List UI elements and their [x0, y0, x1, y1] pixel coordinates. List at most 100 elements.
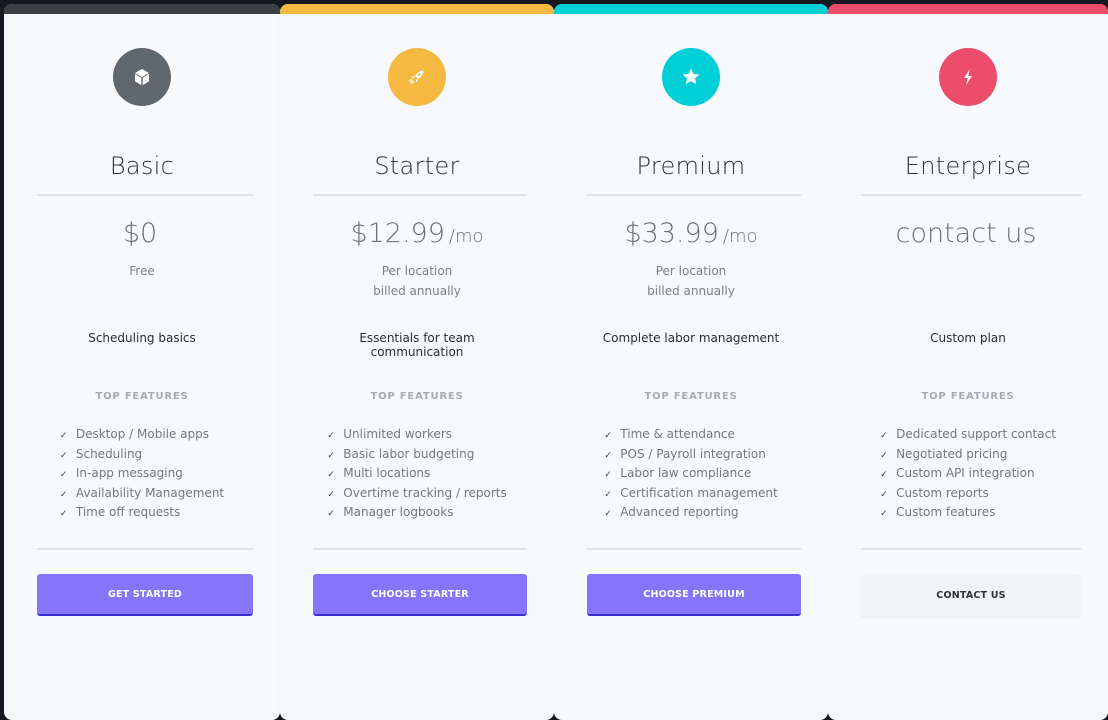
price-amount: $0 [122, 218, 158, 249]
rocket-icon [409, 70, 424, 85]
plan-price: $33.99/mo [554, 218, 828, 249]
billing-note: billed annually [647, 284, 735, 298]
feature-item: ✓ Time & attendance [604, 426, 777, 446]
accent-strip [4, 4, 280, 14]
divider [313, 548, 527, 550]
divider [313, 194, 527, 196]
features-heading: TOP FEATURES [644, 391, 738, 402]
check-icon: ✓ [880, 489, 888, 500]
check-icon: ✓ [604, 450, 612, 461]
feature-item: ✓ Scheduling [60, 446, 224, 466]
price-period: /mo [722, 226, 758, 247]
accent-strip [828, 4, 1108, 14]
feature-list: ✓ Time & attendance ✓ POS / Payroll integr… [554, 426, 828, 524]
billing-note: billed annually [373, 284, 461, 298]
feature-item: ✓ Labor law compliance [604, 465, 777, 485]
feature-item: ✓ Unlimited workers [327, 426, 506, 446]
divider [861, 548, 1081, 550]
plan-icon-badge [662, 48, 720, 106]
feature-item: ✓ Custom features [880, 504, 1056, 524]
get-started-button[interactable]: GET STARTED [37, 574, 253, 616]
check-icon: ✓ [59, 470, 68, 481]
price-note: Free [129, 264, 155, 278]
feature-item: ✓ Multi locations [327, 465, 506, 485]
feature-item: ✓ Desktop / Mobile apps [60, 426, 224, 446]
plan-card-basic: Basic $0 Free Scheduling basics TOP FEAT… [4, 4, 280, 720]
check-icon: ✓ [59, 450, 68, 461]
check-icon: ✓ [59, 509, 68, 520]
feature-item: ✓ Overtime tracking / reports [327, 485, 506, 505]
plan-price: contact us [828, 218, 1108, 249]
check-icon: ✓ [59, 489, 68, 500]
check-icon: ✓ [880, 431, 888, 441]
features-heading: TOP FEATURES [921, 391, 1015, 402]
plan-icon-badge [388, 48, 446, 106]
check-icon: ✓ [604, 431, 612, 441]
plan-price: $0 [4, 218, 280, 249]
check-icon: ✓ [604, 470, 612, 481]
price-note: Per location [655, 264, 727, 278]
features-heading: TOP FEATURES [370, 391, 464, 402]
check-icon: ✓ [59, 431, 68, 441]
lightning-icon [964, 69, 972, 85]
feature-item: ✓ Availability Management [60, 485, 224, 505]
choose-starter-button[interactable]: CHOOSE STARTER [313, 574, 527, 616]
feature-list: ✓ Dedicated support contact ✓ Negotiated p… [828, 426, 1108, 524]
feature-item: ✓ Basic labor budgeting [327, 446, 506, 466]
plan-title: Starter [374, 152, 460, 180]
plan-description: Complete labor management [602, 331, 780, 345]
price-amount: $33.99 [624, 218, 719, 249]
plan-card-starter: Starter $12.99/mo Per location billed an… [280, 4, 554, 720]
feature-item: ✓ Custom API integration [880, 465, 1056, 485]
plan-price: $12.99/mo [280, 218, 554, 249]
price-amount: $12.99 [350, 218, 445, 249]
feature-item: ✓ Certification management [604, 485, 777, 505]
check-icon: ✓ [327, 431, 335, 441]
check-icon: ✓ [880, 450, 888, 461]
feature-list: ✓ Desktop / Mobile apps ✓ Scheduling ✓ In-a… [4, 426, 280, 524]
star-icon [683, 69, 699, 84]
feature-item: ✓ Dedicated support contact [880, 426, 1056, 446]
feature-list: ✓ Unlimited workers ✓ Basic labor budgetin… [280, 426, 554, 524]
feature-item: ✓ POS / Payroll integration [604, 446, 777, 466]
price-note: Per location [381, 264, 453, 278]
check-icon: ✓ [604, 489, 612, 500]
plan-icon-badge [113, 48, 171, 106]
feature-item: ✓ Custom reports [880, 485, 1056, 505]
feature-item: ✓ Time off requests [60, 504, 224, 524]
plan-title: Premium [636, 152, 746, 180]
plan-card-enterprise: Enterprise contact us Custom plan TOP FE… [828, 4, 1108, 720]
check-icon: ✓ [327, 450, 335, 461]
divider [37, 548, 253, 550]
check-icon: ✓ [880, 509, 888, 520]
divider [861, 194, 1081, 196]
feature-item: ✓ Advanced reporting [604, 504, 777, 524]
cube-icon [135, 69, 149, 85]
check-icon: ✓ [327, 509, 335, 520]
plan-description: Essentials for team communication [359, 331, 475, 359]
pricing-cards: Basic $0 Free Scheduling basics TOP FEAT… [4, 4, 1108, 720]
divider [587, 194, 801, 196]
plan-description: Scheduling basics [88, 331, 196, 345]
feature-item: ✓ Manager logbooks [327, 504, 506, 524]
price-amount: contact us [895, 218, 1037, 249]
feature-item: ✓ Negotiated pricing [880, 446, 1056, 466]
choose-premium-button[interactable]: CHOOSE PREMIUM [587, 574, 801, 616]
plan-title: Enterprise [904, 152, 1032, 180]
plan-card-premium: Premium $33.99/mo Per location billed an… [554, 4, 828, 720]
feature-item: ✓ In-app messaging [60, 465, 224, 485]
accent-strip [554, 4, 828, 14]
price-period: /mo [448, 226, 484, 247]
divider [37, 194, 253, 196]
check-icon: ✓ [327, 470, 335, 481]
check-icon: ✓ [327, 489, 335, 500]
check-icon: ✓ [880, 470, 888, 481]
contact-us-button[interactable]: CONTACT US [861, 574, 1081, 616]
features-heading: TOP FEATURES [95, 391, 189, 402]
divider [587, 548, 801, 550]
plan-icon-badge [939, 48, 997, 106]
plan-description: Custom plan [930, 331, 1006, 345]
check-icon: ✓ [604, 509, 612, 520]
accent-strip [280, 4, 554, 14]
plan-title: Basic [109, 152, 175, 180]
